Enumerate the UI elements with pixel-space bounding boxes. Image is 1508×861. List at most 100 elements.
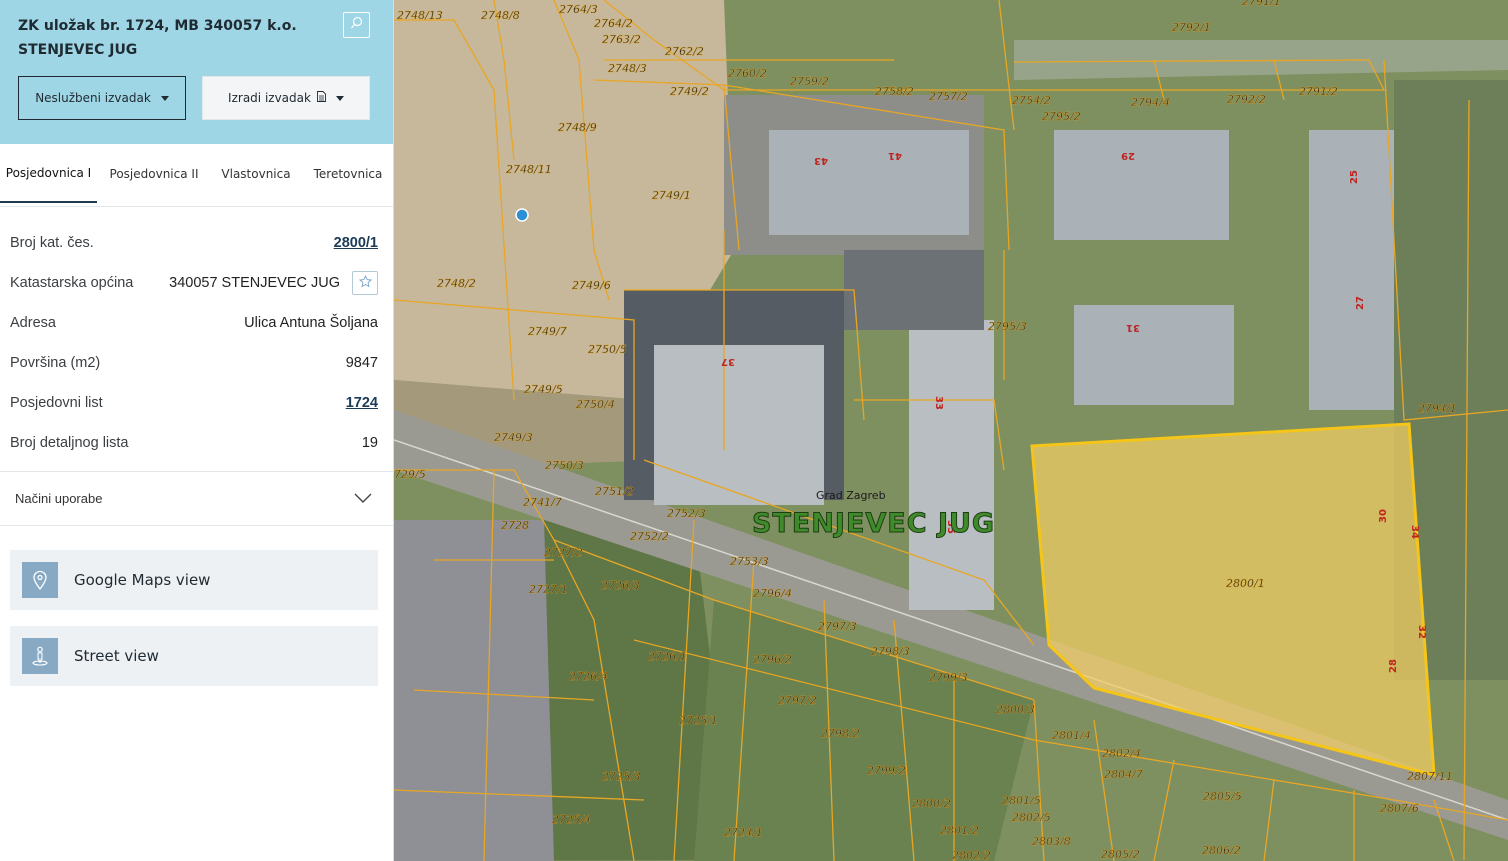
address-value: Ulica Antuna Šoljana <box>244 315 378 331</box>
municipality-value: 340057 STENJEVEC JUG <box>169 275 340 291</box>
parcel-label: 2801/4 <box>1052 729 1091 742</box>
parcel-label: 2750/4 <box>576 398 615 411</box>
sidebar-panel: ZK uložak br. 1724, MB 340057 k.o. STENJ… <box>0 0 394 861</box>
parcel-label: 2796/2 <box>753 653 792 666</box>
parcel-label: 2805/2 <box>1101 848 1140 861</box>
usage-accordion[interactable]: Načini uporabe <box>0 471 393 526</box>
tab-posjedovnica-ii[interactable]: Posjedovnica II <box>104 144 204 203</box>
parcel-label: 2764/2 <box>594 17 633 30</box>
parcel-no-link[interactable]: 2800/1 <box>334 235 378 251</box>
parcel-label: 729/5 <box>394 468 426 481</box>
building-roof <box>769 130 969 235</box>
parcel-label: 2762/2 <box>665 45 704 58</box>
parcel-label: 2749/1 <box>652 189 691 202</box>
parcel-label: 2807/6 <box>1380 802 1419 815</box>
parcel-label: 2726/1 <box>648 650 687 663</box>
usage-accordion-label: Načini uporabe <box>15 491 103 506</box>
building-number-label: 37 <box>721 356 735 367</box>
building-number-label: 41 <box>888 150 902 161</box>
star-icon <box>358 274 372 292</box>
parcel-label: 2726/3 <box>601 579 640 592</box>
parcel-label: 2749/2 <box>670 85 709 98</box>
parcel-label: 2741/7 <box>523 496 562 509</box>
parcel-label: 2752/2 <box>630 530 669 543</box>
building-roof <box>654 345 824 505</box>
parcel-label: 2752/3 <box>667 507 706 520</box>
favorite-button[interactable] <box>352 271 378 295</box>
parcel-label: 2759/2 <box>790 75 829 88</box>
parcel-label: 2795/3 <box>988 320 1027 333</box>
detail-sheet-value: 19 <box>361 435 378 451</box>
sidebar-header: ZK uložak br. 1724, MB 340057 k.o. STENJ… <box>0 0 393 144</box>
parcel-label: 2798/2 <box>821 727 860 740</box>
street-view-button[interactable]: Street view <box>10 626 378 686</box>
google-maps-view-label: Google Maps view <box>74 571 211 589</box>
caret-down-icon <box>335 95 344 101</box>
create-extract-label: Izradi izvadak <box>228 91 311 105</box>
parcel-label: 2728 <box>501 519 529 532</box>
building-number-label: 33 <box>933 396 944 410</box>
caret-down-icon <box>160 95 169 101</box>
street-view-label: Street view <box>74 647 159 665</box>
info-row-address: Adresa Ulica Antuna Šoljana <box>0 303 393 343</box>
parcel-label: 2797/2 <box>778 694 817 707</box>
pegman-icon <box>22 638 58 674</box>
map-pin-icon <box>22 562 58 598</box>
parcel-label: 2802/2 <box>952 849 991 861</box>
parcel-label: 2726/4 <box>569 670 608 683</box>
parcel-label: 2801/2 <box>940 824 979 837</box>
building-roof <box>1074 305 1234 405</box>
parcel-label: 2748/8 <box>481 9 520 22</box>
parcel-label: 2792/2 <box>1227 93 1266 106</box>
parcel-label: 2803/8 <box>1032 835 1071 848</box>
unofficial-extract-label: Neslužbeni izvadak <box>35 91 151 105</box>
parcel-label: 2749/3 <box>494 431 533 444</box>
parcel-label: 2748/2 <box>437 277 476 290</box>
building-number-label: 30 <box>1378 509 1389 523</box>
parcel-label: 2760/2 <box>728 67 767 80</box>
parcel-label: 2805/5 <box>1203 790 1242 803</box>
unofficial-extract-dropdown[interactable]: Neslužbeni izvadak <box>18 76 186 120</box>
info-row-detail-sheet: Broj detaljnog lista 19 <box>0 423 393 463</box>
cadastral-map[interactable]: 2748/13 2748/8 2764/3 2764/2 2763/2 2762/2 274… <box>394 0 1508 861</box>
parcel-label: 2749/5 <box>524 383 563 396</box>
parcel-label: 2748/9 <box>558 121 597 134</box>
search-button[interactable] <box>343 12 370 38</box>
page-title: ZK uložak br. 1724, MB 340057 k.o. STENJ… <box>18 18 297 58</box>
parcel-label: 2764/3 <box>559 3 598 16</box>
parcel-label: 2757/2 <box>929 90 968 103</box>
parcel-label: 2791/1 <box>1242 0 1281 8</box>
google-maps-view-button[interactable]: Google Maps view <box>10 550 378 610</box>
tab-posjedovnica-i[interactable]: Posjedovnica I <box>0 144 97 203</box>
create-extract-dropdown[interactable]: Izradi izvadak <box>202 76 370 120</box>
info-label: Broj detaljnog lista <box>10 435 129 451</box>
location-marker[interactable] <box>515 208 529 222</box>
parcel-label: 2750/5 <box>588 343 627 356</box>
parcel-label: 2749/6 <box>572 279 611 292</box>
tab-teretovnica[interactable]: Teretovnica <box>308 144 388 203</box>
map-place-label: Grad Zagreb <box>816 489 886 502</box>
building-number-label: 29 <box>1121 150 1135 161</box>
parcel-label: 2804/7 <box>1104 768 1143 781</box>
info-row-area: Površina (m2) 9847 <box>0 343 393 383</box>
parcel-label: 2800/2 <box>912 797 951 810</box>
document-icon <box>317 91 326 105</box>
parcel-label: 2763/2 <box>602 33 641 46</box>
building-number-label: 43 <box>814 155 828 166</box>
parcel-info: Broj kat. čes. 2800/1 Katastarska općina… <box>0 223 393 463</box>
parcel-label: 2748/3 <box>608 62 647 75</box>
building-number-label: 25 <box>1349 170 1360 184</box>
parcel-label: 2725/4 <box>552 813 591 826</box>
parcel-label: 2791/2 <box>1299 85 1338 98</box>
parcel-label: 2799/3 <box>929 671 968 684</box>
info-label: Broj kat. čes. <box>10 235 94 251</box>
search-icon <box>350 16 364 35</box>
chevron-down-icon <box>354 490 372 508</box>
parcel-label: 2796/4 <box>753 587 792 600</box>
info-label: Katastarska općina <box>10 275 134 291</box>
possession-sheet-link[interactable]: 1724 <box>346 395 378 411</box>
tab-vlastovnica[interactable]: Vlastovnica <box>214 144 298 203</box>
parcel-label: 2800/1 <box>1226 577 1265 590</box>
building-number-label: 31 <box>1126 322 1140 333</box>
building-roof <box>909 320 994 610</box>
